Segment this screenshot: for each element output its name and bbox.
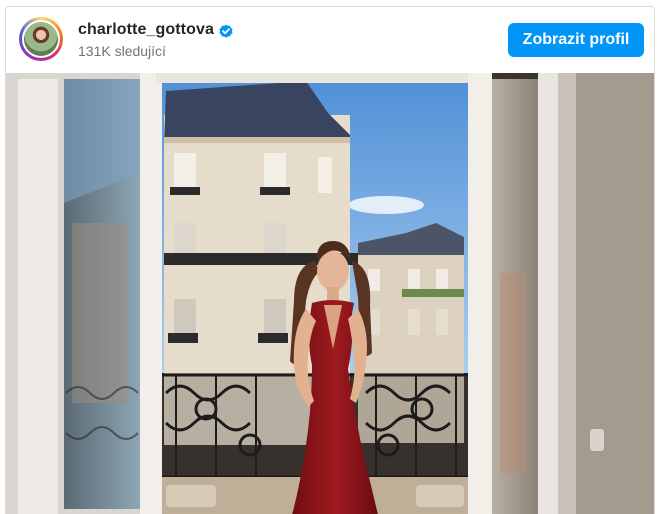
username[interactable]: charlotte_gottova bbox=[78, 21, 214, 39]
photo-illustration bbox=[6, 73, 654, 514]
follower-count: 131K sledující bbox=[78, 43, 166, 59]
verified-badge-icon bbox=[219, 24, 233, 38]
avatar[interactable] bbox=[19, 17, 63, 61]
post-header: charlotte_gottova 131K sledující Zobrazi… bbox=[6, 7, 654, 73]
post-photo[interactable] bbox=[6, 73, 654, 514]
embed-card: charlotte_gottova 131K sledující Zobrazi… bbox=[5, 6, 655, 514]
view-profile-button[interactable]: Zobrazit profil bbox=[508, 23, 644, 57]
profile-avatar-icon bbox=[22, 20, 60, 58]
